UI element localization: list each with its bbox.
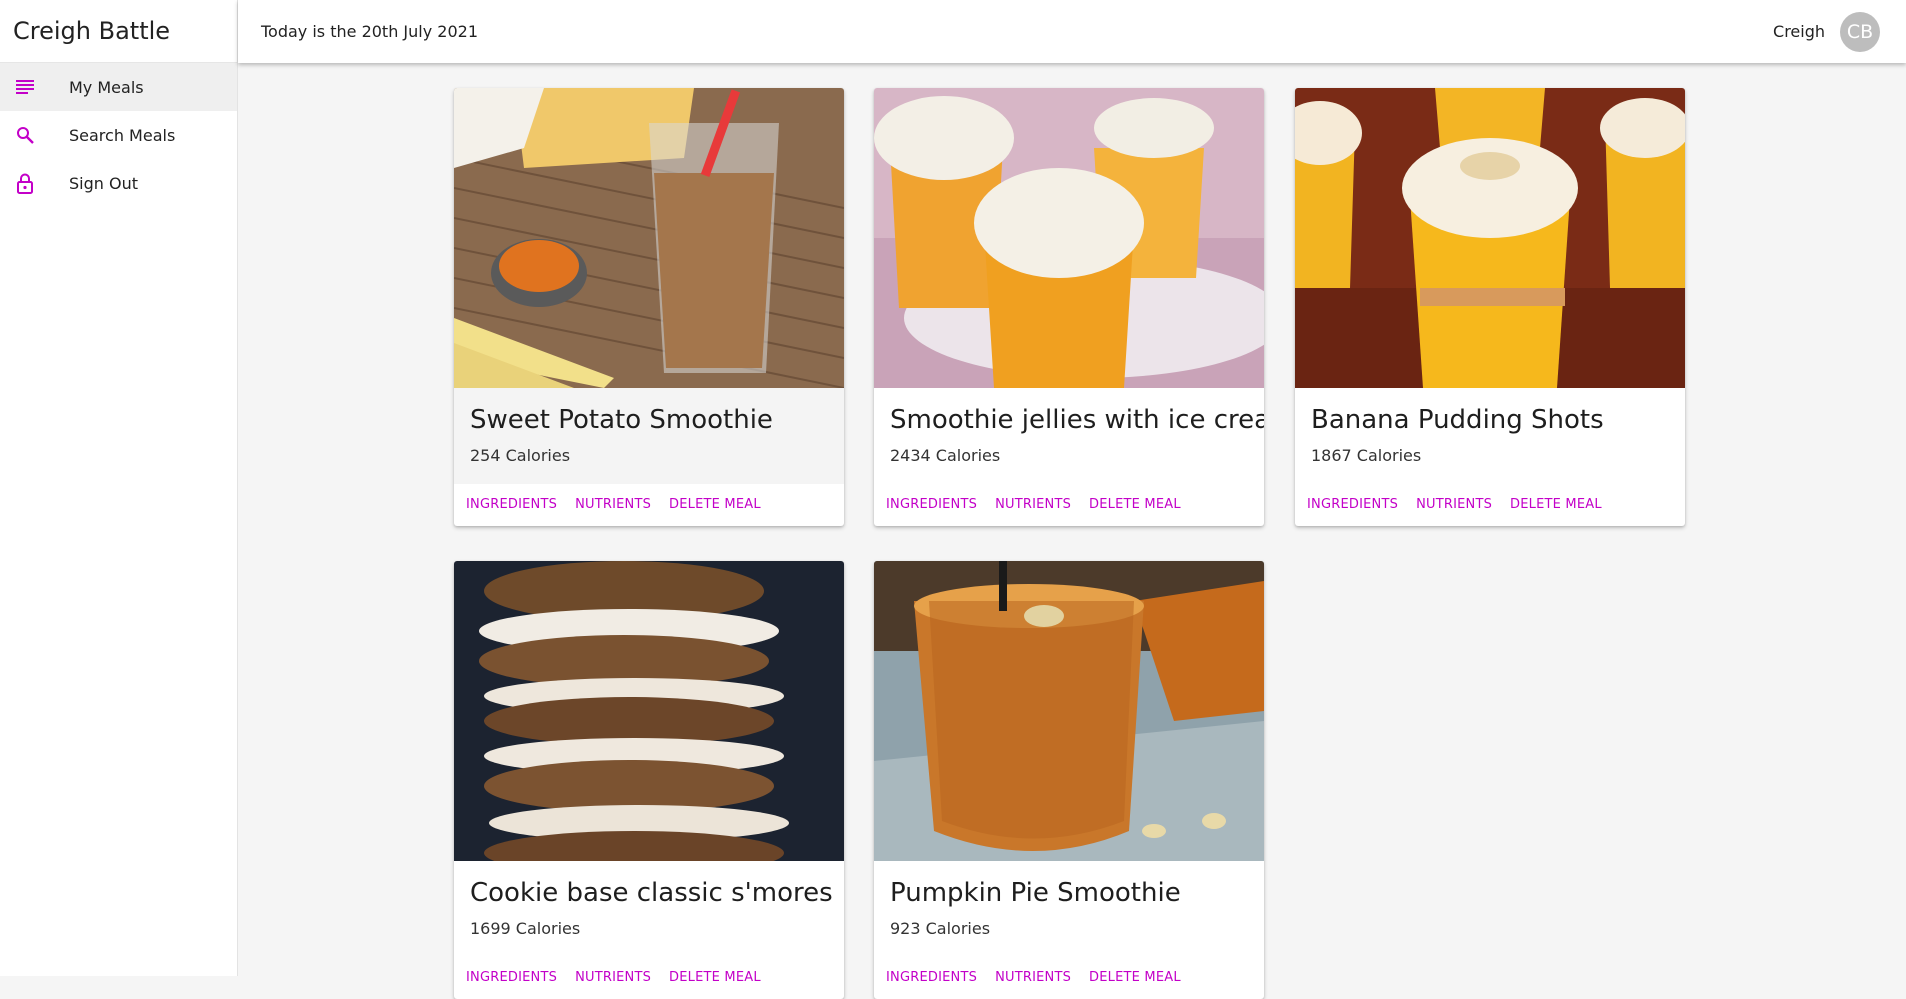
meal-card: Sweet Potato Smoothie 254 Calories INGRE… [454, 88, 844, 526]
meal-image [874, 561, 1264, 861]
nutrients-button[interactable]: NUTRIENTS [575, 497, 651, 512]
delete-meal-button[interactable]: DELETE MEAL [1510, 497, 1602, 512]
meal-title: Smoothie jellies with ice cream [890, 405, 1264, 435]
ingredients-button[interactable]: INGREDIENTS [466, 970, 557, 985]
meal-calories: 254 Calories [470, 446, 571, 465]
meal-image [874, 88, 1264, 388]
list-icon [13, 75, 37, 99]
ingredients-button[interactable]: INGREDIENTS [466, 497, 557, 512]
meal-card-body[interactable]: Sweet Potato Smoothie 254 Calories [454, 388, 844, 484]
user-name: Creigh [1773, 22, 1825, 41]
meal-card-body[interactable]: Pumpkin Pie Smoothie 923 Calories [874, 861, 1264, 957]
top-bar: Today is the 20th July 2021 Creigh CB [238, 0, 1906, 63]
meal-calories: 2434 Calories [890, 446, 1001, 465]
delete-meal-button[interactable]: DELETE MEAL [669, 497, 761, 512]
nutrients-button[interactable]: NUTRIENTS [575, 970, 651, 985]
delete-meal-button[interactable]: DELETE MEAL [669, 970, 761, 985]
meal-title: Banana Pudding Shots [1311, 405, 1604, 435]
nutrients-button[interactable]: NUTRIENTS [1416, 497, 1492, 512]
lock-icon [13, 171, 37, 195]
sidebar-item-label: Sign Out [69, 173, 138, 193]
nutrients-button[interactable]: NUTRIENTS [995, 970, 1071, 985]
meal-card-body[interactable]: Cookie base classic s'mores 1699 Calorie… [454, 861, 844, 957]
meal-image [454, 88, 844, 388]
meal-card: Pumpkin Pie Smoothie 923 Calories INGRED… [874, 561, 1264, 999]
card-actions: INGREDIENTS NUTRIENTS DELETE MEAL [454, 484, 844, 526]
search-icon [13, 123, 37, 147]
card-actions: INGREDIENTS NUTRIENTS DELETE MEAL [1295, 484, 1685, 526]
ingredients-button[interactable]: INGREDIENTS [1307, 497, 1398, 512]
meal-card: Banana Pudding Shots 1867 Calories INGRE… [1295, 88, 1685, 526]
meal-card-body[interactable]: Smoothie jellies with ice cream 2434 Cal… [874, 388, 1264, 484]
card-actions: INGREDIENTS NUTRIENTS DELETE MEAL [874, 484, 1264, 526]
ingredients-button[interactable]: INGREDIENTS [886, 497, 977, 512]
sidebar-item-label: Search Meals [69, 125, 176, 145]
meal-calories: 1867 Calories [1311, 446, 1422, 465]
ingredients-button[interactable]: INGREDIENTS [886, 970, 977, 985]
meal-card-body[interactable]: Banana Pudding Shots 1867 Calories [1295, 388, 1685, 484]
nutrients-button[interactable]: NUTRIENTS [995, 497, 1071, 512]
delete-meal-button[interactable]: DELETE MEAL [1089, 970, 1181, 985]
app-brand: Creigh Battle [0, 0, 237, 63]
sidebar: Creigh Battle My Meals Search Meals Sign… [0, 0, 238, 976]
meal-image [1295, 88, 1685, 388]
meal-calories: 923 Calories [890, 919, 991, 938]
meal-image [454, 561, 844, 861]
card-actions: INGREDIENTS NUTRIENTS DELETE MEAL [454, 957, 844, 999]
meal-calories: 1699 Calories [470, 919, 581, 938]
meal-title: Pumpkin Pie Smoothie [890, 878, 1181, 908]
meal-title: Sweet Potato Smoothie [470, 405, 773, 435]
date-text: Today is the 20th July 2021 [261, 22, 479, 41]
card-actions: INGREDIENTS NUTRIENTS DELETE MEAL [874, 957, 1264, 999]
sidebar-item-label: My Meals [69, 77, 144, 97]
avatar[interactable]: CB [1840, 11, 1880, 52]
meal-title: Cookie base classic s'mores [470, 878, 833, 908]
sidebar-item-search-meals[interactable]: Search Meals [0, 111, 237, 159]
meal-card: Smoothie jellies with ice cream 2434 Cal… [874, 88, 1264, 526]
sidebar-item-my-meals[interactable]: My Meals [0, 63, 237, 111]
delete-meal-button[interactable]: DELETE MEAL [1089, 497, 1181, 512]
meal-card: Cookie base classic s'mores 1699 Calorie… [454, 561, 844, 999]
user-menu[interactable]: Creigh CB [1773, 11, 1880, 52]
sidebar-item-sign-out[interactable]: Sign Out [0, 159, 237, 207]
